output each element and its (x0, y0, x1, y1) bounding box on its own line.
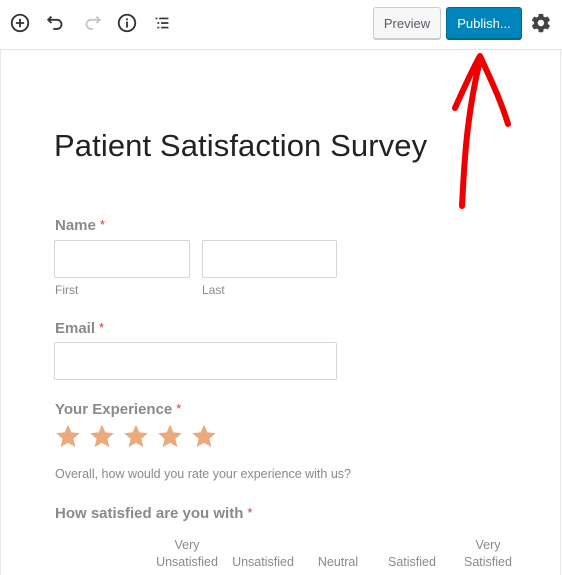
publish-button[interactable]: Publish... (446, 7, 522, 39)
experience-label-text: Your Experience (55, 401, 173, 418)
first-name-sublabel: First (55, 283, 79, 297)
name-label-text: Name (55, 217, 96, 234)
email-label-text: Email (55, 320, 96, 337)
list-outline-icon[interactable] (150, 11, 174, 35)
likert-header-line2: Satisfied (464, 555, 512, 569)
likert-column-header: Very Satisfied (443, 537, 533, 571)
experience-description: Overall, how would you rate your experie… (55, 467, 351, 481)
required-marker: * (99, 320, 105, 335)
info-icon[interactable] (115, 11, 139, 35)
star-icon[interactable] (191, 423, 217, 449)
satisfaction-label: How satisfied are you with * (55, 505, 252, 522)
email-label: Email * (55, 320, 104, 337)
required-marker: * (99, 217, 105, 232)
experience-label: Your Experience * (55, 401, 181, 418)
first-name-input[interactable] (54, 240, 190, 278)
undo-icon[interactable] (44, 11, 68, 35)
last-name-input[interactable] (202, 240, 337, 278)
satisfaction-label-text: How satisfied are you with (55, 505, 244, 522)
star-icon[interactable] (55, 423, 81, 449)
form-title: Patient Satisfaction Survey (54, 128, 428, 163)
star-icon[interactable] (157, 423, 183, 449)
required-marker: * (247, 505, 253, 520)
name-label: Name * (55, 217, 105, 234)
editor-toolbar: Preview Publish... (0, 0, 562, 50)
star-rating[interactable] (55, 423, 217, 449)
likert-header-line1: Very (475, 538, 501, 552)
gear-icon[interactable] (530, 12, 552, 34)
required-marker: * (176, 401, 182, 416)
email-input[interactable] (54, 342, 337, 380)
preview-button[interactable]: Preview (373, 7, 441, 39)
last-name-sublabel: Last (202, 283, 225, 297)
star-icon[interactable] (89, 423, 115, 449)
plus-circle-icon[interactable] (8, 11, 32, 35)
star-icon[interactable] (123, 423, 149, 449)
redo-icon[interactable] (80, 11, 104, 35)
